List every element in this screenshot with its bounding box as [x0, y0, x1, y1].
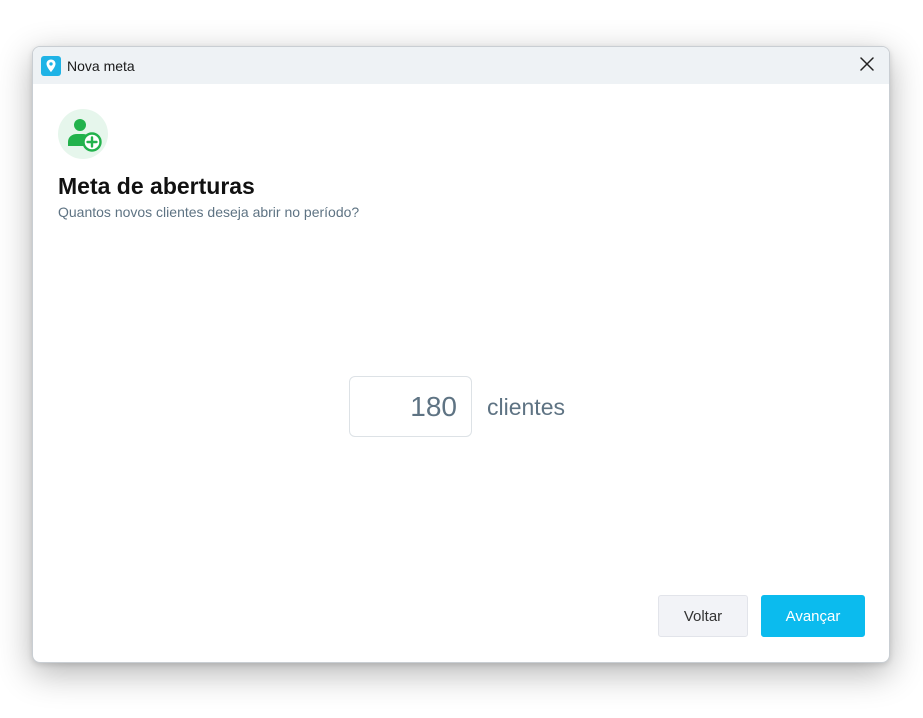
goal-quantity-input[interactable] [349, 376, 472, 437]
page-subtitle: Quantos novos clientes deseja abrir no p… [58, 204, 360, 220]
page-title: Meta de aberturas [58, 173, 255, 199]
location-pin-icon [41, 56, 61, 76]
goal-unit-label: clientes [487, 394, 565, 420]
close-button[interactable] [853, 52, 881, 80]
title-bar: Nova meta [33, 47, 889, 84]
new-goal-dialog: Nova meta Meta de aberturas Quantos novo… [32, 46, 890, 663]
window-title: Nova meta [67, 58, 135, 74]
add-user-icon [58, 109, 108, 159]
close-icon [860, 56, 874, 76]
next-button[interactable]: Avançar [761, 595, 865, 637]
back-button[interactable]: Voltar [658, 595, 748, 637]
